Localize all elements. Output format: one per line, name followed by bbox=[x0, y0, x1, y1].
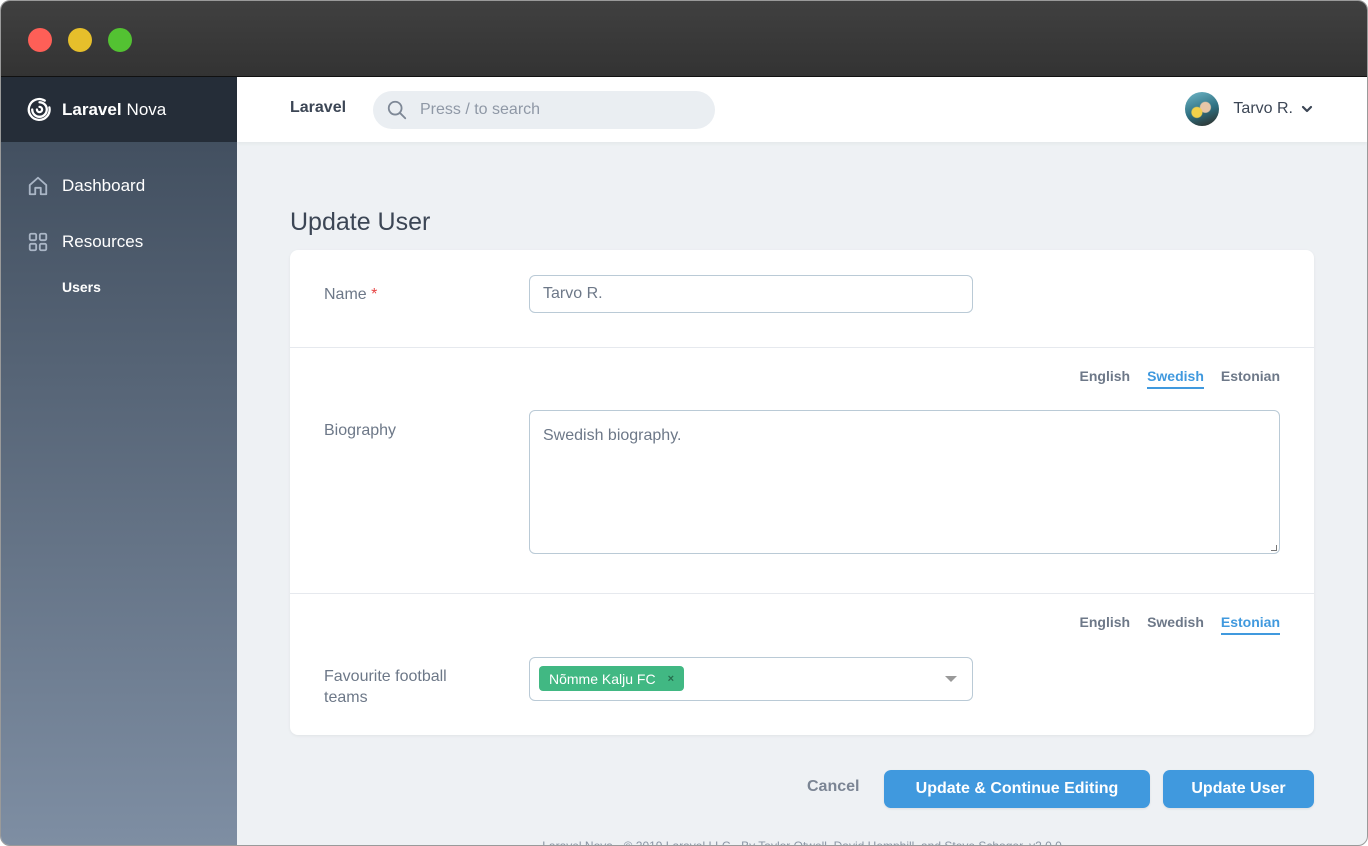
avatar bbox=[1185, 92, 1220, 126]
brand[interactable]: Laravel Nova bbox=[1, 77, 237, 142]
sidebar: Laravel Nova Dashboard Resources Users bbox=[1, 77, 237, 845]
tab-english[interactable]: English bbox=[1080, 368, 1131, 389]
football-locale-tabs: English Swedish Estonian bbox=[1080, 614, 1280, 635]
close-window-button[interactable] bbox=[28, 28, 52, 52]
name-label: Name * bbox=[324, 284, 377, 305]
page-title: Update User bbox=[290, 208, 431, 236]
top-bar: Laravel Press / to search Tarvo R. bbox=[237, 77, 1367, 142]
name-label-text: Name bbox=[324, 286, 367, 303]
biography-field-row: English Swedish Estonian Biography Swedi… bbox=[290, 348, 1314, 594]
grid-icon bbox=[28, 232, 48, 252]
user-name: Tarvo R. bbox=[1233, 100, 1293, 117]
tab-swedish[interactable]: Swedish bbox=[1147, 368, 1204, 389]
biography-label: Biography bbox=[324, 422, 397, 439]
resize-handle[interactable] bbox=[1271, 545, 1277, 551]
sidebar-item-label: Dashboard bbox=[62, 176, 146, 195]
biography-locale-tabs: English Swedish Estonian bbox=[1080, 368, 1280, 389]
maximize-window-button[interactable] bbox=[108, 28, 132, 52]
tab-estonian[interactable]: Estonian bbox=[1221, 368, 1280, 389]
footer-text: Laravel Nova · © 2019 Laravel LLC · By T… bbox=[542, 839, 1062, 846]
app-window: Laravel Nova Dashboard Resources Users L… bbox=[0, 0, 1368, 846]
sidebar-item-label: Resources bbox=[62, 232, 144, 251]
tab-swedish[interactable]: Swedish bbox=[1147, 614, 1204, 635]
sidebar-item-dashboard[interactable]: Dashboard bbox=[27, 174, 145, 198]
update-user-button[interactable]: Update User bbox=[1163, 770, 1314, 808]
sidebar-item-users[interactable]: Users bbox=[62, 279, 101, 295]
football-multiselect[interactable]: Nõmme Kalju FC × bbox=[529, 657, 973, 701]
nova-spiral-icon bbox=[27, 97, 51, 122]
user-menu[interactable]: Tarvo R. bbox=[1185, 92, 1313, 126]
biography-text: Swedish biography. bbox=[543, 427, 682, 444]
selected-tag: Nõmme Kalju FC × bbox=[539, 666, 685, 691]
brand-suffix: Nova bbox=[126, 99, 167, 119]
update-continue-button[interactable]: Update & Continue Editing bbox=[884, 770, 1150, 808]
minimize-window-button[interactable] bbox=[68, 28, 92, 52]
name-field-row: Name * Tarvo R. bbox=[290, 250, 1314, 348]
app-name-link[interactable]: Laravel bbox=[290, 99, 346, 117]
dropdown-caret-icon[interactable] bbox=[945, 676, 957, 682]
tab-english[interactable]: English bbox=[1080, 614, 1131, 635]
name-input[interactable]: Tarvo R. bbox=[529, 275, 973, 313]
home-icon bbox=[28, 176, 48, 196]
tab-estonian[interactable]: Estonian bbox=[1220, 614, 1280, 635]
required-mark: * bbox=[371, 286, 378, 303]
sidebar-item-resources[interactable]: Resources bbox=[27, 230, 143, 254]
cancel-button[interactable]: Cancel bbox=[807, 778, 859, 796]
football-field-row: English Swedish Estonian Favourite footb… bbox=[290, 594, 1314, 735]
brand-name: Laravel bbox=[62, 99, 122, 119]
search-icon bbox=[387, 100, 407, 120]
biography-textarea[interactable]: Swedish biography. bbox=[529, 410, 1280, 554]
football-label: Favourite football teams bbox=[324, 668, 447, 706]
chevron-down-icon bbox=[1301, 105, 1313, 113]
search-placeholder: Press / to search bbox=[420, 101, 541, 118]
tag-label: Nõmme Kalju FC bbox=[549, 670, 656, 687]
update-user-form: Name * Tarvo R. English Swedish Estonian… bbox=[290, 250, 1314, 735]
title-bar bbox=[1, 1, 1367, 77]
remove-tag-icon[interactable]: × bbox=[668, 673, 674, 685]
search-input[interactable]: Press / to search bbox=[373, 91, 715, 129]
